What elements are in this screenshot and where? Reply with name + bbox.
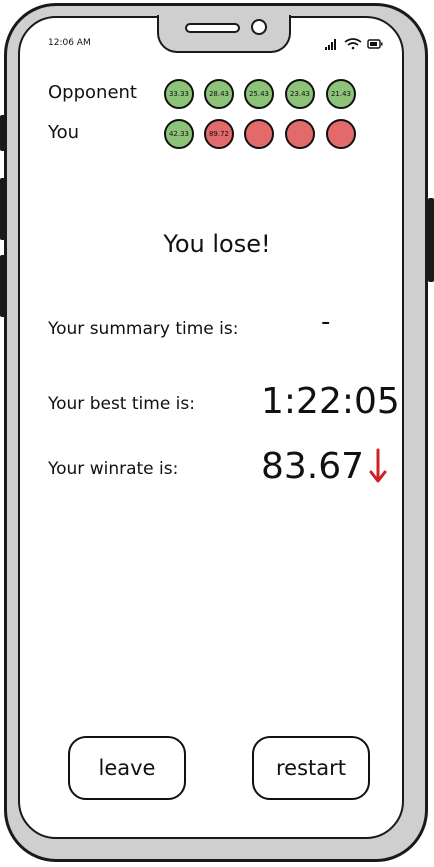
status-time: 12:06 AM — [48, 38, 91, 48]
summary-time-value: - — [321, 307, 331, 337]
wifi-icon — [344, 38, 362, 50]
result-message: You lose! — [163, 230, 271, 258]
opponent-round-3: 25.43 — [244, 79, 274, 109]
you-round-4 — [285, 119, 315, 149]
best-time-label: Your best time is: — [48, 394, 195, 414]
you-round-1: 42.33 — [164, 119, 194, 149]
speaker — [185, 23, 240, 33]
you-label: You — [48, 122, 80, 143]
summary-time-label: Your summary time is: — [48, 319, 239, 339]
volume-down-button — [0, 255, 6, 317]
opponent-round-4: 23.43 — [285, 79, 315, 109]
status-icons — [325, 38, 383, 50]
opponent-label: Opponent — [48, 82, 137, 103]
you-round-5 — [326, 119, 356, 149]
winrate-label: Your winrate is: — [48, 459, 179, 479]
you-round-2: 89.72 — [204, 119, 234, 149]
notch — [157, 15, 291, 53]
signal-icon — [325, 39, 336, 50]
best-time-value: 1:22:05 — [261, 381, 400, 422]
camera — [251, 19, 267, 35]
opponent-round-5: 21.43 — [326, 79, 356, 109]
leave-button[interactable]: leave — [68, 736, 186, 800]
restart-button[interactable]: restart — [252, 736, 370, 800]
winrate-value: 83.67 — [261, 446, 365, 487]
opponent-round-2: 28.43 — [204, 79, 234, 109]
opponent-round-1: 33.33 — [164, 79, 194, 109]
down-arrow-icon — [369, 448, 387, 483]
mute-switch — [0, 115, 6, 151]
battery-icon — [367, 39, 383, 49]
you-round-3 — [244, 119, 274, 149]
